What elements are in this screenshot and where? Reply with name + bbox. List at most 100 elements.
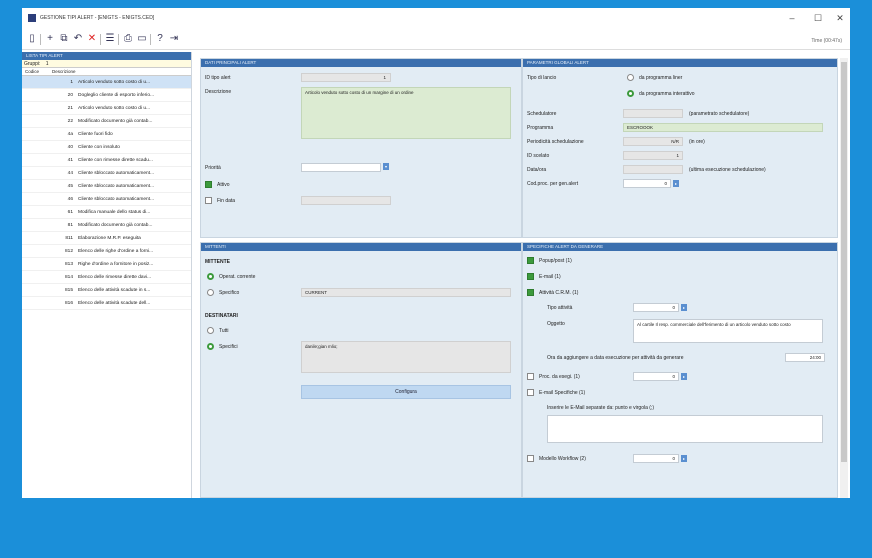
close-button[interactable]: ✕ [832,12,848,24]
tipo-att-field[interactable]: 0 [633,303,679,312]
list-item[interactable]: 81 Modificato documento già contab... [22,219,191,232]
list-item-desc: Elenco delle rimesse dirette davi... [78,275,152,280]
emailspec-checkbox[interactable] [527,389,534,396]
help-icon[interactable]: ? [154,33,166,45]
divider [118,34,119,45]
list-item-desc: Cliente sbloccato automaticament... [78,184,154,189]
divider [150,34,151,45]
giorni-label: Ora da aggiungere a data esecuzione per … [547,355,684,361]
list-item-desc: Righe d'ordine a fornitore in posiz... [78,262,154,267]
tipo-att-lookup-icon[interactable]: ▸ [681,304,687,311]
modello-field[interactable]: 0 [633,454,679,463]
list-item-code: 815 [64,288,73,293]
tipo-att-label: Tipo attività [547,305,573,311]
list-icon[interactable]: ☰ [104,33,116,45]
maximize-button[interactable]: ☐ [810,12,826,24]
datalav-field [623,165,683,174]
attivo-label: Attivo [217,182,230,188]
list-item[interactable]: 22 Modificato documento già contab... [22,115,191,128]
list-item[interactable]: 811 Elaborazione M.R.P. eseguita [22,232,191,245]
emailspec-field[interactable] [547,415,823,443]
vertical-scrollbar[interactable] [840,58,848,498]
list-item[interactable]: 1 Articolo venduto sotto costo di u... [22,76,191,89]
cod-field[interactable]: 0 [623,179,671,188]
proc-lookup-icon[interactable]: ▸ [681,373,687,380]
list-item[interactable]: 21 Articolo venduto sotto costo di u... [22,102,191,115]
list-item-desc: Cliente con rimesse dirette scadu... [78,158,153,163]
list-item[interactable]: 815 Elenco delle attività scadute in s... [22,284,191,297]
oggetto-field[interactable]: Al cartile Il resp. commerciale dell'fer… [633,319,823,343]
programma-field[interactable]: ESCROOOK [623,123,823,132]
delete-icon[interactable]: ✕ [86,33,98,45]
list-item-desc: Cliente con insoluto [78,145,120,150]
undo-icon[interactable]: ↶ [72,33,84,45]
list-item-desc: Cliente sbloccato automaticament... [78,197,154,202]
cod-lookup-icon[interactable]: ▸ [673,180,679,187]
group-filter[interactable]: Gruppi: 1 [22,60,191,68]
copy-icon[interactable]: ⧉ [58,33,70,45]
list-item[interactable]: 61 Modifica manuale dello status di... [22,206,191,219]
period-field: N/R [623,137,683,146]
right-column: PARAMETRI GLOBALI ALERT Tipo di lancio d… [522,58,840,498]
configura-button[interactable]: Configura [301,385,511,399]
list-item[interactable]: 20 Dogleglio cliente di esporto inferio..… [22,89,191,102]
cod-label: Cod.proc. per gen.alert [527,181,579,187]
list-item[interactable]: 813 Righe d'ordine a fornitore in posiz..… [22,258,191,271]
tutti-radio[interactable] [207,327,214,334]
lancio-interattivo-radio[interactable] [627,90,634,97]
window-title: GESTIONE TIPI ALERT - [ENIGTS - ENIGTS.C… [40,15,155,21]
spec-title: SPECIFICHE ALERT DA GENERARE [523,243,837,251]
exit-icon[interactable]: ⇥ [168,33,180,45]
list-item[interactable]: 46 Cliente sbloccato automaticament... [22,193,191,206]
list-panel-title: LISTA TIPI ALERT [22,52,191,60]
col-code[interactable]: Codice [25,68,39,76]
print-icon[interactable]: ⎙ [122,33,134,45]
list-item-desc: Elaborazione M.R.P. eseguita [78,236,141,241]
attivo-checkbox[interactable] [205,181,212,188]
tutti-label: Tutti [219,328,229,334]
list-item[interactable]: 45 Cliente sbloccato automaticament... [22,180,191,193]
attivita-checkbox[interactable] [527,289,534,296]
specifici-field[interactable]: danile;gian mlio; [301,341,511,373]
list-item-code: 46 [67,197,73,202]
list-item[interactable]: 816 Elenco delle attività scadute dell... [22,297,191,310]
lancio-batch-label: da programma liner [639,75,683,81]
priorita-dropdown-icon[interactable]: ▾ [383,163,389,170]
list-item[interactable]: 812 Elenco delle righe d'ordine a forni..… [22,245,191,258]
emailspec-label: E-mail Specifiche (1) [539,390,586,396]
panel-icon[interactable]: ▯ [26,33,38,45]
operat-radio[interactable] [207,273,214,280]
priorita-field[interactable] [301,163,381,172]
modello-lookup-icon[interactable]: ▸ [681,455,687,462]
oggetto-label: Oggetto [547,321,565,327]
desc-field[interactable]: Articolo venduto sotto costo di un margi… [301,87,511,139]
list-item[interactable]: 41 Cliente con rimesse dirette scadu... [22,154,191,167]
scrollbar-thumb[interactable] [841,62,847,462]
list-item[interactable]: 4a Cliente fuori fido [22,128,191,141]
group-label: Gruppi: [24,61,41,67]
list-item-desc: Modifica manuale dello status di... [78,210,151,215]
col-desc[interactable]: Descrizione [52,68,76,76]
proc-checkbox[interactable] [527,373,534,380]
list-item-code: 81 [67,223,73,228]
minimize-button[interactable]: – [784,12,800,24]
lancio-batch-radio[interactable] [627,74,634,81]
email-checkbox[interactable] [527,273,534,280]
list-item[interactable]: 814 Elenco delle rimesse dirette davi... [22,271,191,284]
list-item-code: 816 [64,301,73,306]
period-unit: (in ore) [689,139,705,145]
preview-icon[interactable]: ▭ [136,33,148,45]
list-item[interactable]: 40 Cliente con insoluto [22,141,191,154]
popup-checkbox[interactable] [527,257,534,264]
giorni-field[interactable]: 24:00 [785,353,825,362]
proc-field[interactable]: 0 [633,372,679,381]
add-icon[interactable]: + [44,33,56,45]
group-value[interactable]: 1 [46,61,49,67]
modello-checkbox[interactable] [527,455,534,462]
specifico-radio[interactable] [207,289,214,296]
list-item-desc: Modificato documento già contab... [78,223,153,228]
list-item[interactable]: 44 Cliente sbloccato automaticament... [22,167,191,180]
data-checkbox[interactable] [205,197,212,204]
specifici-radio[interactable] [207,343,214,350]
list-item-desc: Cliente fuori fido [78,132,113,137]
